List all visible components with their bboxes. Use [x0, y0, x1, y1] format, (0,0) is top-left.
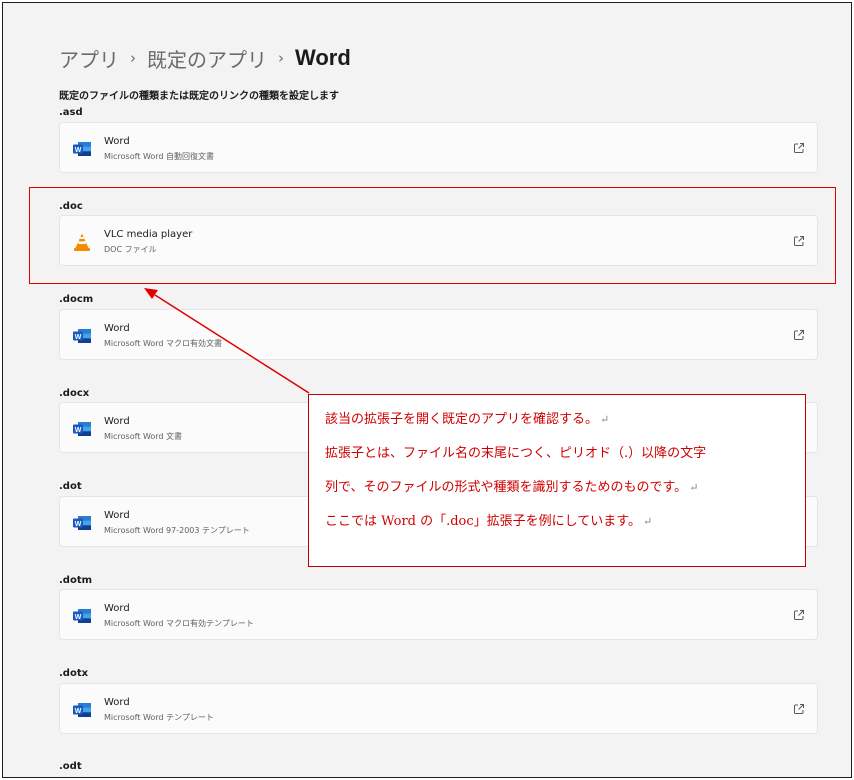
vlc-icon — [74, 233, 90, 251]
extension-label-odt: .odt — [59, 761, 82, 772]
return-mark: ↵ — [600, 413, 610, 426]
word-icon: W — [73, 142, 91, 156]
word-icon: W — [73, 422, 91, 436]
breadcrumb-apps[interactable]: アプリ — [59, 44, 119, 73]
app-name: Word — [104, 323, 130, 334]
app-name: Word — [104, 136, 130, 147]
default-app-card-doc[interactable]: VLC media player DOC ファイル — [59, 215, 818, 266]
word-icon: W — [73, 329, 91, 343]
breadcrumb-separator: › — [278, 49, 284, 67]
extension-label-dot: .dot — [59, 481, 82, 492]
annotation-line: 拡張子とは、ファイル名の末尾につく、ピリオド（.）以降の文字 — [325, 446, 707, 461]
return-mark: ↵ — [642, 515, 653, 528]
default-app-card-docm[interactable]: W Word Microsoft Word マクロ有効文書 — [59, 309, 818, 360]
annotation-line: 該当の拡張子を開く既定のアプリを確認する。 ↵ — [325, 412, 610, 427]
file-type-description: Microsoft Word 97-2003 テンプレート — [104, 526, 250, 535]
file-type-description: Microsoft Word テンプレート — [104, 713, 214, 722]
annotation-callout: 該当の拡張子を開く既定のアプリを確認する。 ↵ 拡張子とは、ファイル名の末尾につく… — [308, 394, 806, 567]
extension-label-doc: .doc — [59, 201, 83, 212]
default-app-card-asd[interactable]: W Word Microsoft Word 自動回復文書 — [59, 122, 818, 173]
breadcrumb-separator: › — [130, 49, 136, 67]
app-name: Word — [104, 416, 130, 427]
file-type-description: Microsoft Word マクロ有効文書 — [104, 339, 223, 348]
extension-label-docm: .docm — [59, 294, 94, 305]
file-type-description: DOC ファイル — [104, 245, 157, 254]
app-name: Word — [104, 510, 130, 521]
annotation-line: 列で、そのファイルの形式や種類を識別するためのものです。 ↵ — [325, 480, 699, 495]
extension-label-dotx: .dotx — [59, 668, 89, 679]
extension-label-docx: .docx — [59, 388, 90, 399]
svg-text:W: W — [75, 147, 82, 154]
open-external-icon — [794, 704, 804, 714]
file-type-description: Microsoft Word マクロ有効テンプレート — [104, 619, 254, 628]
word-icon: W — [73, 703, 91, 717]
word-icon: W — [73, 609, 91, 623]
app-name: Word — [104, 603, 130, 614]
word-icon: W — [73, 516, 91, 530]
svg-text:W: W — [75, 521, 82, 528]
breadcrumb: アプリ › 既定のアプリ › Word — [59, 43, 351, 73]
annotation-arrow — [144, 288, 310, 394]
breadcrumb-current-word: Word — [295, 45, 351, 70]
breadcrumb-default-apps[interactable]: 既定のアプリ — [147, 44, 267, 73]
app-name: VLC media player — [104, 229, 193, 240]
app-name: Word — [104, 697, 130, 708]
open-external-icon — [794, 236, 804, 246]
open-external-icon — [794, 610, 804, 620]
file-type-description: Microsoft Word 自動回復文書 — [104, 152, 215, 161]
page-subtitle: 既定のファイルの種類または既定のリンクの種類を設定します — [59, 91, 339, 102]
open-external-icon — [794, 143, 804, 153]
default-app-card-dotx[interactable]: W Word Microsoft Word テンプレート — [59, 683, 818, 734]
svg-text:W: W — [75, 614, 82, 621]
extension-label-dotm: .dotm — [59, 575, 93, 586]
extension-label-asd: .asd — [59, 107, 83, 118]
svg-text:W: W — [75, 334, 82, 341]
settings-window: アプリ › 既定のアプリ › Word 既定のファイルの種類または既定のリンクの… — [2, 2, 852, 778]
svg-text:W: W — [75, 708, 82, 715]
return-mark: ↵ — [689, 481, 699, 494]
svg-text:W: W — [75, 427, 82, 434]
open-external-icon — [794, 330, 804, 340]
file-type-description: Microsoft Word 文書 — [104, 432, 183, 441]
annotation-line: ここでは Word の「.doc」拡張子を例にしています。 ↵ — [325, 514, 653, 529]
default-app-card-dotm[interactable]: W Word Microsoft Word マクロ有効テンプレート — [59, 589, 818, 640]
